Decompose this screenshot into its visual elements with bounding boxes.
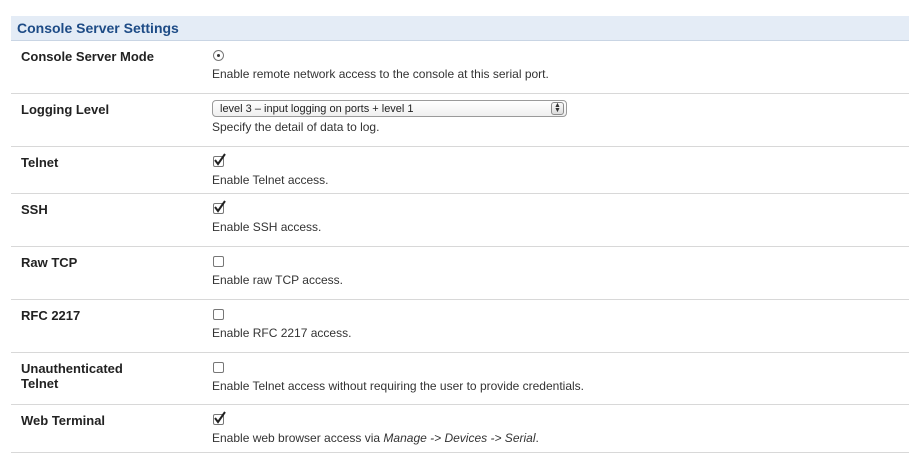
console-server-settings-panel: Console Server Settings Console Server M… [11, 16, 909, 453]
setting-row-logging-level: Logging Level level 3 – input logging on… [11, 94, 909, 147]
setting-row-ssh: SSH Enable SSH access. [11, 194, 909, 247]
setting-label: Unauthenticated Telnet [11, 353, 212, 404]
setting-label: Raw TCP [21, 255, 78, 270]
setting-row-console-server-mode: Console Server Mode Enable remote networ… [11, 41, 909, 94]
unauthenticated-telnet-checkbox[interactable] [213, 361, 224, 373]
updown-arrows-icon: ▲ ▼ [551, 101, 564, 115]
setting-label-line1: Unauthenticated [21, 361, 123, 376]
logging-level-selected: level 3 – input logging on ports + level… [220, 102, 414, 115]
setting-label-line2: Telnet [21, 376, 59, 391]
setting-label: RFC 2217 [21, 308, 81, 323]
setting-row-unauthenticated-telnet: Unauthenticated Telnet Enable Telnet acc… [11, 353, 909, 405]
web-terminal-checkbox[interactable] [213, 410, 226, 425]
setting-description: Enable Telnet access. [212, 173, 329, 187]
rfc-2217-checkbox[interactable] [213, 308, 224, 320]
setting-label: Logging Level [21, 102, 110, 117]
setting-description: Specify the detail of data to log. [212, 120, 380, 134]
ssh-checkbox[interactable] [213, 199, 226, 214]
setting-row-telnet: Telnet Enable Telnet access. [11, 147, 909, 194]
setting-description: Enable SSH access. [212, 220, 322, 234]
setting-description: Enable raw TCP access. [212, 273, 343, 287]
telnet-checkbox[interactable] [213, 152, 226, 167]
setting-label: Console Server Mode [21, 49, 154, 64]
setting-row-raw-tcp: Raw TCP Enable raw TCP access. [11, 247, 909, 300]
checkmark-icon [214, 410, 226, 424]
console-server-mode-radio[interactable] [213, 49, 224, 61]
section-header: Console Server Settings [11, 16, 909, 41]
checkmark-icon [214, 152, 226, 166]
logging-level-select[interactable]: level 3 – input logging on ports + level… [212, 99, 567, 117]
desc-suffix: . [535, 431, 539, 445]
checkmark-icon [214, 199, 226, 213]
desc-path: Manage -> Devices -> Serial [383, 431, 536, 445]
setting-description: Enable Telnet access without requiring t… [212, 379, 584, 393]
setting-row-web-terminal: Web Terminal Enable web browser access v… [11, 405, 909, 453]
setting-description: Enable web browser access via Manage -> … [212, 431, 909, 445]
setting-description: Enable RFC 2217 access. [212, 326, 352, 340]
section-title: Console Server Settings [17, 20, 179, 36]
setting-description: Enable remote network access to the cons… [212, 67, 549, 81]
setting-label: SSH [21, 202, 48, 217]
desc-prefix: Enable web browser access via [212, 431, 384, 445]
setting-row-rfc-2217: RFC 2217 Enable RFC 2217 access. [11, 300, 909, 353]
raw-tcp-checkbox[interactable] [213, 255, 224, 267]
setting-label: Telnet [21, 155, 59, 170]
setting-label: Web Terminal [21, 413, 106, 428]
